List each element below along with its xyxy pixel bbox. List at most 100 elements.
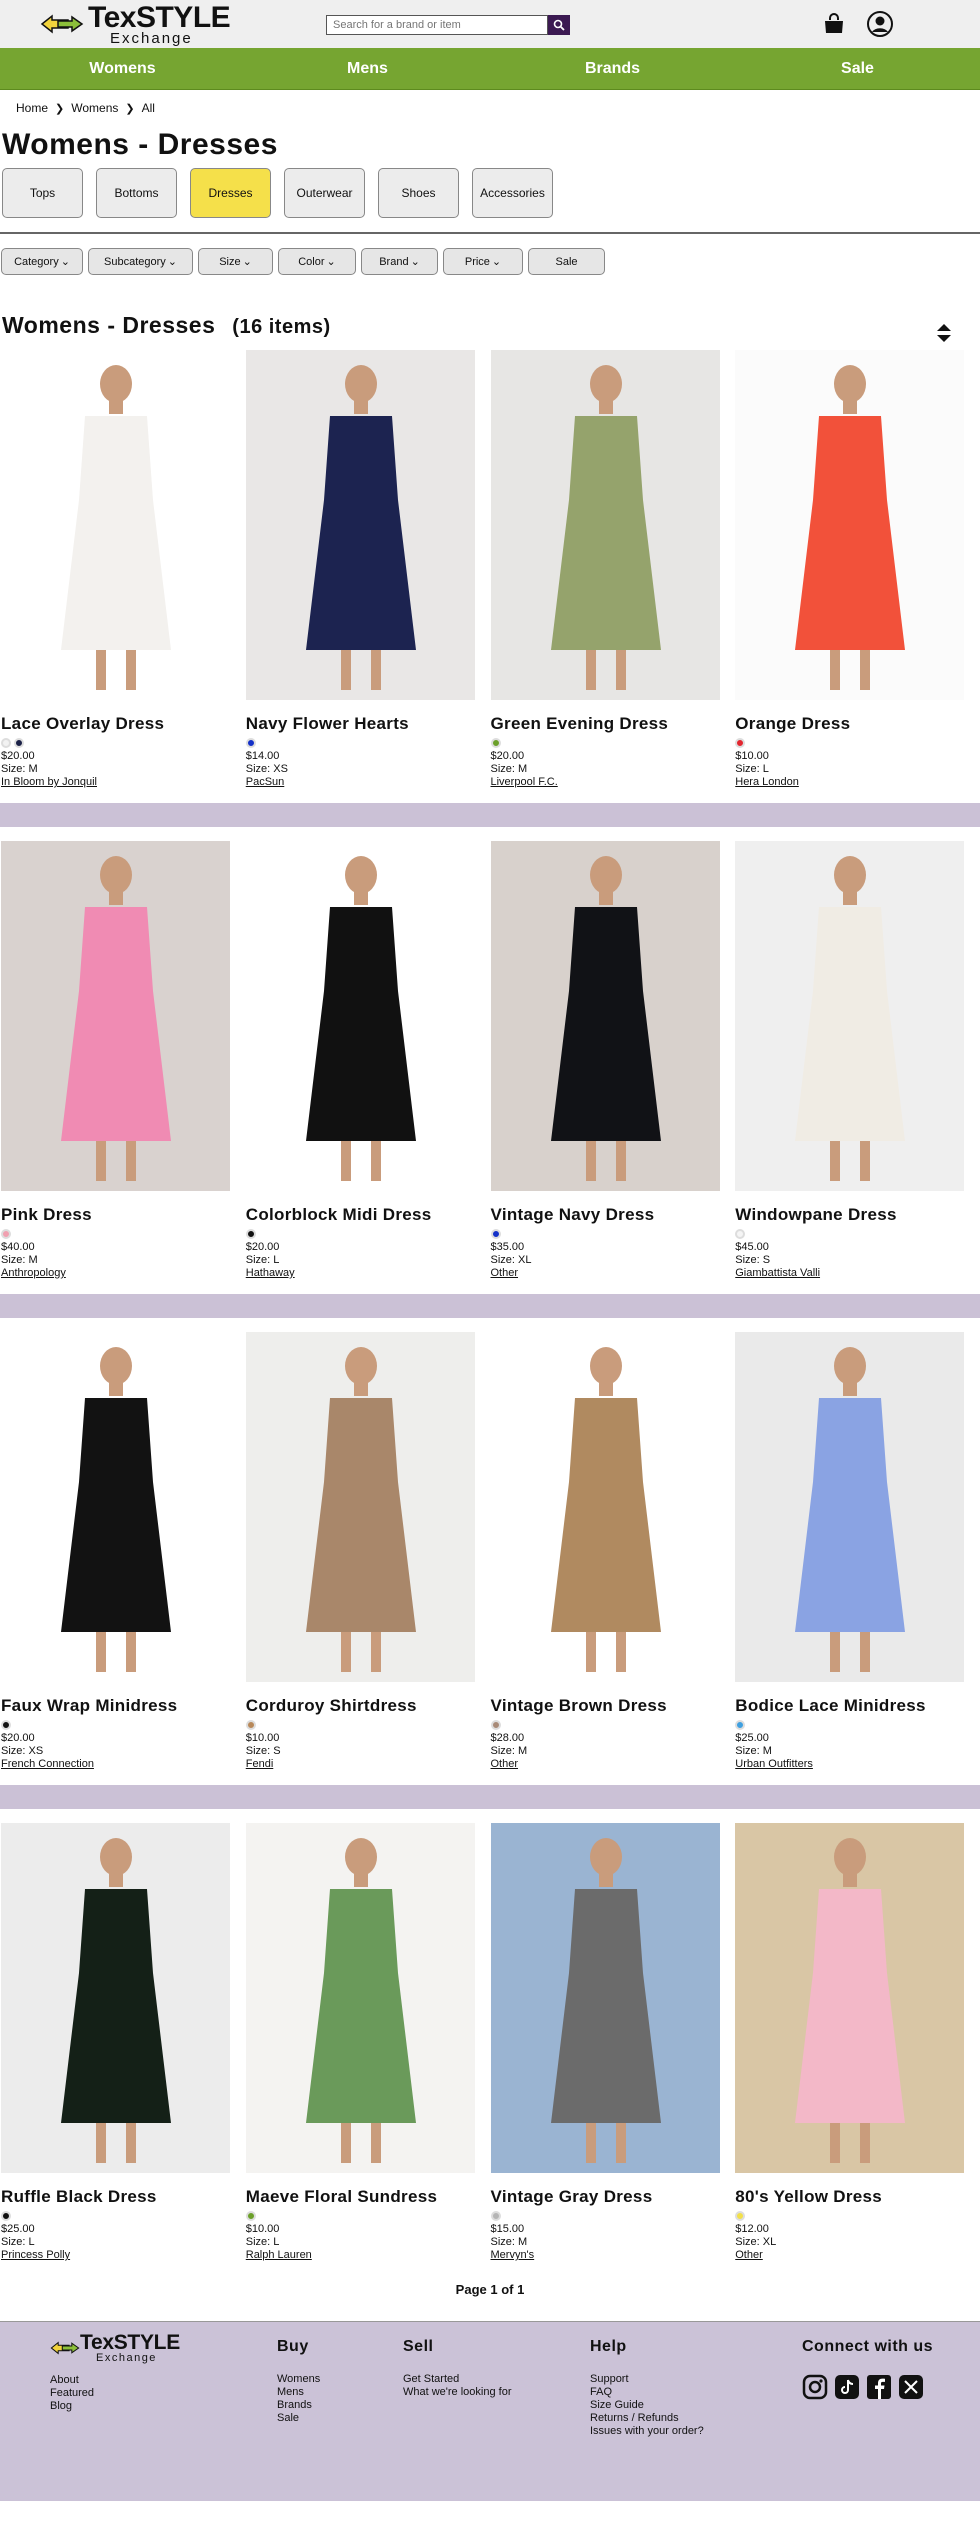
product-image[interactable] [245,1823,475,2173]
product-image[interactable] [490,1332,720,1682]
footer-link-size-guide[interactable]: Size Guide [590,2399,704,2412]
footer-link-womens[interactable]: Womens [277,2373,320,2386]
product-brand-link[interactable]: Hathaway [246,1267,491,1280]
product-image[interactable] [490,350,720,700]
product-brand-link[interactable]: Liverpool F.C. [491,776,736,789]
product-brand-link[interactable]: Other [491,1758,736,1771]
product-card[interactable]: Vintage Navy Dress $35.00 Size: XL Other [490,841,736,1280]
product-brand-link[interactable]: PacSun [246,776,491,789]
breadcrumb-womens[interactable]: Womens [71,101,118,115]
product-card[interactable]: Bodice Lace Minidress $25.00 Size: M Urban … [735,1332,980,1771]
category-shoes-button[interactable]: Shoes [378,168,459,218]
product-image[interactable] [245,350,475,700]
facebook-icon[interactable] [866,2374,892,2400]
footer-link-about[interactable]: About [50,2374,94,2387]
product-brand-link[interactable]: French Connection [1,1758,246,1771]
product-image[interactable] [245,841,475,1191]
product-name[interactable]: Corduroy Shirtdress [246,1696,491,1716]
filter-size-button[interactable]: Size ⌄ [198,248,273,275]
product-name[interactable]: Navy Flower Hearts [246,714,491,734]
filter-sale-button[interactable]: Sale [528,248,605,275]
product-card[interactable]: Maeve Floral Sundress $10.00 Size: L Ralph … [245,1823,491,2262]
product-name[interactable]: Vintage Navy Dress [491,1205,736,1225]
product-name[interactable]: Windowpane Dress [735,1205,980,1225]
product-name[interactable]: Green Evening Dress [491,714,736,734]
footer-link-order-issues[interactable]: Issues with your order? [590,2425,704,2438]
product-name[interactable]: Colorblock Midi Dress [246,1205,491,1225]
product-card[interactable]: Pink Dress $40.00 Size: M Anthropology [1,841,246,1280]
product-brand-link[interactable]: Fendi [246,1758,491,1771]
nav-mens[interactable]: Mens [245,48,490,89]
product-image[interactable] [490,1823,720,2173]
product-name[interactable]: Bodice Lace Minidress [735,1696,980,1716]
product-name[interactable]: Vintage Gray Dress [491,2187,736,2207]
product-name[interactable]: Pink Dress [1,1205,246,1225]
search-button[interactable] [548,15,570,35]
product-card[interactable]: 80's Yellow Dress $12.00 Size: XL Other [735,1823,980,2262]
instagram-icon[interactable] [802,2374,828,2400]
footer-link-returns[interactable]: Returns / Refunds [590,2412,704,2425]
tiktok-icon[interactable] [834,2374,860,2400]
product-name[interactable]: 80's Yellow Dress [735,2187,980,2207]
breadcrumb-all[interactable]: All [142,101,155,115]
product-card[interactable]: Corduroy Shirtdress $10.00 Size: S Fendi [245,1332,491,1771]
product-name[interactable]: Lace Overlay Dress [1,714,246,734]
product-card[interactable]: Faux Wrap Minidress $20.00 Size: XS French … [1,1332,246,1771]
product-name[interactable]: Maeve Floral Sundress [246,2187,491,2207]
footer-link-sale[interactable]: Sale [277,2412,320,2425]
footer-link-support[interactable]: Support [590,2373,704,2386]
nav-womens[interactable]: Womens [0,48,245,89]
product-card[interactable]: Lace Overlay Dress $20.00 Size: M In Bloom … [1,350,246,789]
product-image[interactable] [1,841,230,1191]
product-image[interactable] [1,1823,230,2173]
product-brand-link[interactable]: Urban Outfitters [735,1758,980,1771]
category-accessories-button[interactable]: Accessories [472,168,553,218]
product-image[interactable] [735,841,965,1191]
product-card[interactable]: Orange Dress $10.00 Size: L Hera London [735,350,980,789]
product-card[interactable]: Vintage Brown Dress $28.00 Size: M Other [490,1332,736,1771]
cart-button[interactable] [822,12,846,41]
nav-sale[interactable]: Sale [735,48,980,89]
site-logo[interactable]: TexSTYLE Exchange [40,2,231,46]
product-card[interactable]: Vintage Gray Dress $15.00 Size: M Mervyn's [490,1823,736,2262]
product-brand-link[interactable]: Hera London [735,776,980,789]
nav-brands[interactable]: Brands [490,48,735,89]
footer-link-brands[interactable]: Brands [277,2399,320,2412]
search-input[interactable] [326,15,548,35]
product-image[interactable] [735,1823,965,2173]
category-dresses-button[interactable]: Dresses [190,168,271,218]
breadcrumb-home[interactable]: Home [16,101,48,115]
category-bottoms-button[interactable]: Bottoms [96,168,177,218]
product-brand-link[interactable]: Anthropology [1,1267,246,1280]
product-image[interactable] [735,1332,965,1682]
footer-logo[interactable]: TexSTYLE Exchange [50,2332,180,2364]
category-tops-button[interactable]: Tops [2,168,83,218]
product-brand-link[interactable]: In Bloom by Jonquil [1,776,246,789]
product-brand-link[interactable]: Ralph Lauren [246,2249,491,2262]
product-brand-link[interactable]: Other [735,2249,980,2262]
product-card[interactable]: Green Evening Dress $20.00 Size: M Liverpoo… [490,350,736,789]
footer-link-blog[interactable]: Blog [50,2400,94,2413]
sort-button[interactable] [936,322,952,349]
product-name[interactable]: Ruffle Black Dress [1,2187,246,2207]
product-card[interactable]: Windowpane Dress $45.00 Size: S Giambattist… [735,841,980,1280]
account-button[interactable] [866,10,894,43]
product-image[interactable] [1,350,230,700]
product-image[interactable] [735,350,965,700]
product-card[interactable]: Navy Flower Hearts $14.00 Size: XS PacSun [245,350,491,789]
filter-category-button[interactable]: Category ⌄ [1,248,83,275]
product-brand-link[interactable]: Other [491,1267,736,1280]
product-card[interactable]: Colorblock Midi Dress $20.00 Size: L Hathaw… [245,841,491,1280]
footer-link-faq[interactable]: FAQ [590,2386,704,2399]
filter-price-button[interactable]: Price ⌄ [443,248,523,275]
product-name[interactable]: Vintage Brown Dress [491,1696,736,1716]
category-outerwear-button[interactable]: Outerwear [284,168,365,218]
x-icon[interactable] [898,2374,924,2400]
filter-color-button[interactable]: Color ⌄ [278,248,356,275]
product-image[interactable] [245,1332,475,1682]
product-image[interactable] [490,841,720,1191]
product-brand-link[interactable]: Princess Polly [1,2249,246,2262]
footer-link-get-started[interactable]: Get Started [403,2373,511,2386]
filter-brand-button[interactable]: Brand ⌄ [361,248,438,275]
product-brand-link[interactable]: Mervyn's [491,2249,736,2262]
